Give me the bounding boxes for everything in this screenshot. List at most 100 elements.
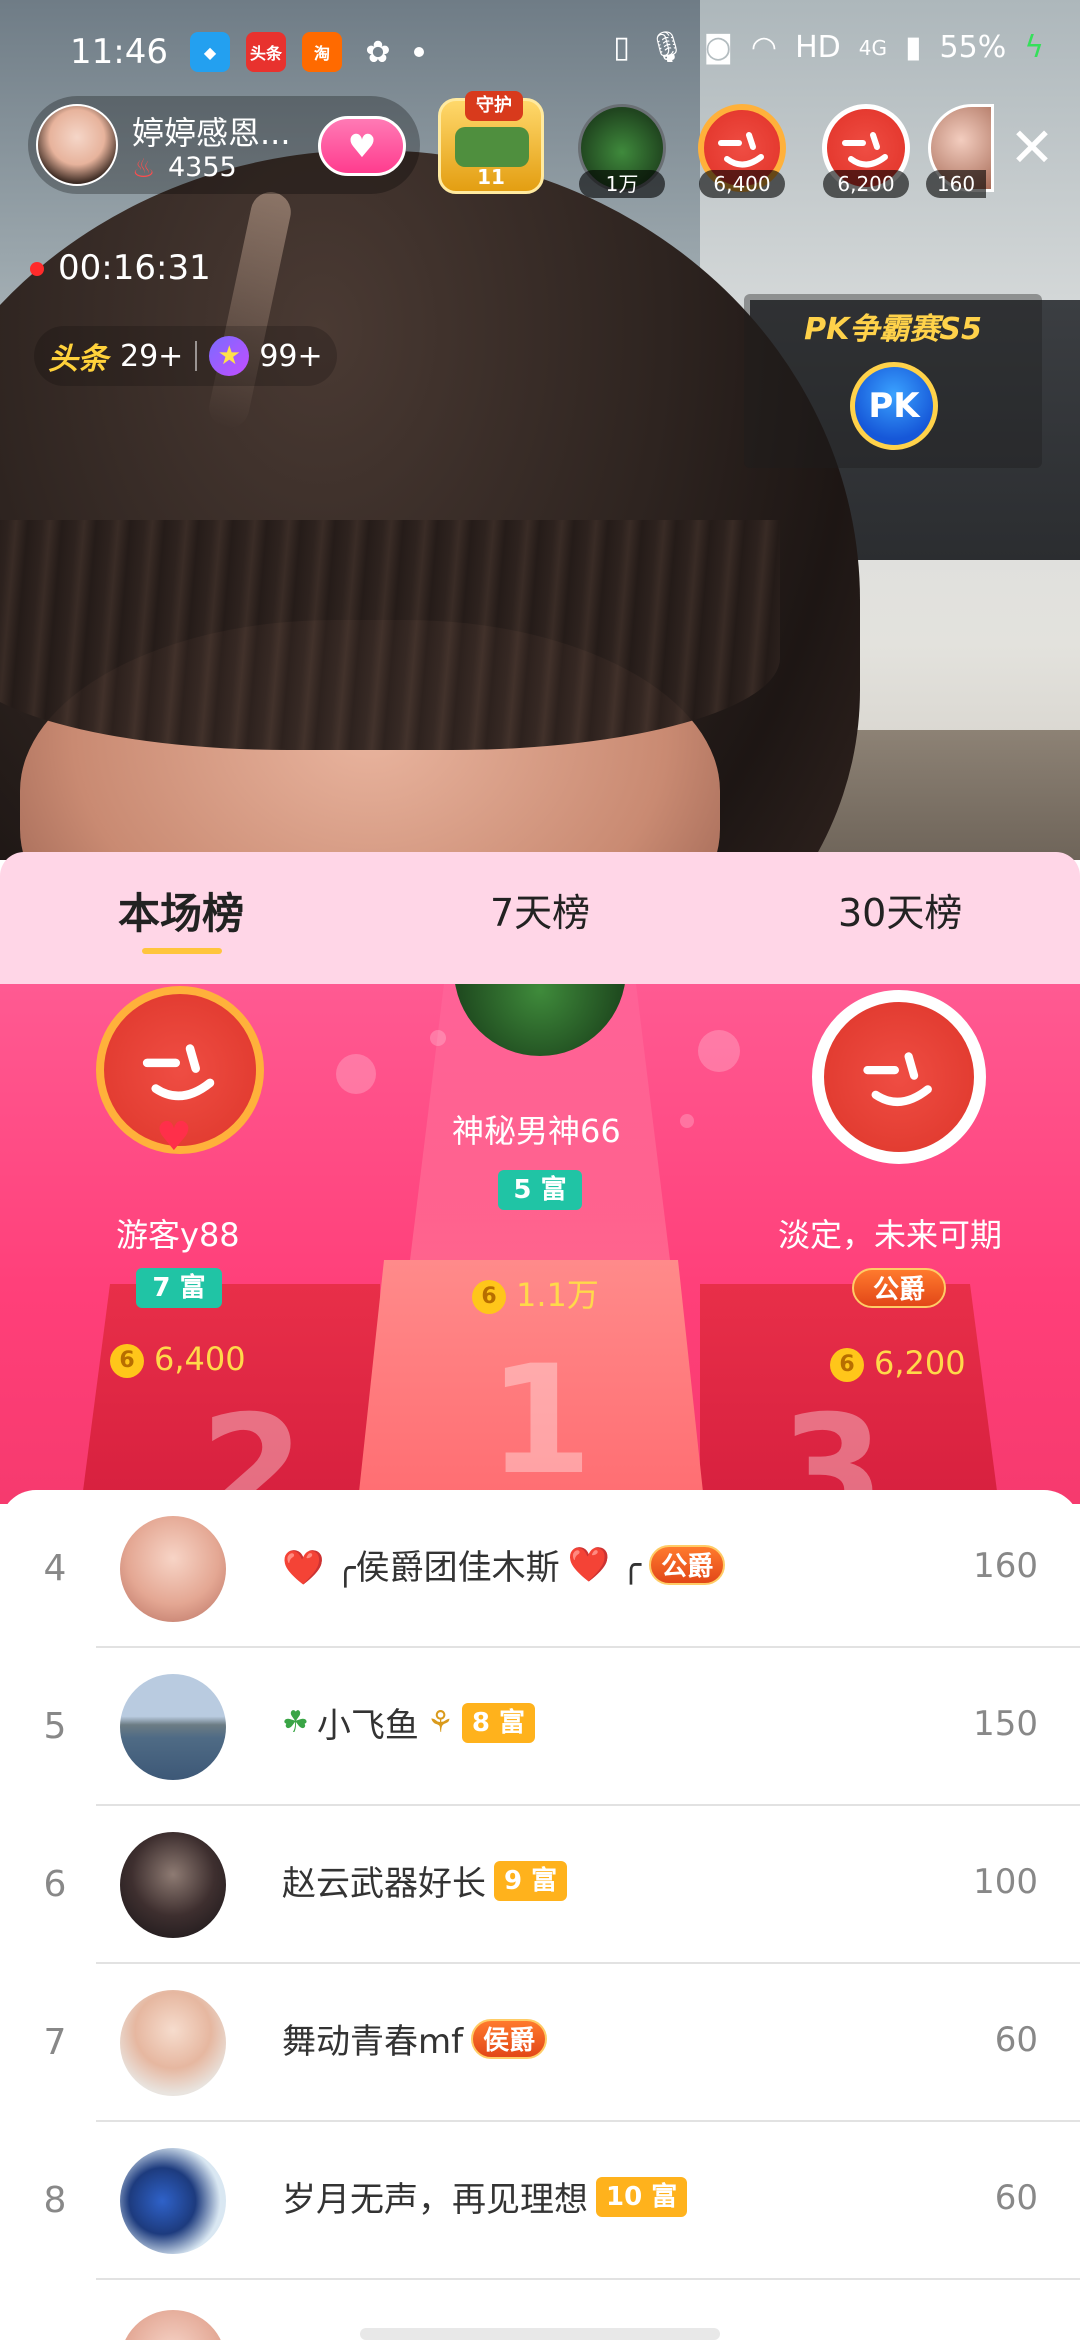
row-name: 舞动青春mf 侯爵 <box>282 2014 548 2063</box>
room-tags[interactable]: 头条 29+ ★ 99+ <box>34 326 337 386</box>
tag-divider <box>195 341 198 371</box>
guard-label: 守护 <box>465 91 523 121</box>
guard-badge[interactable]: 守护 11 <box>438 91 544 194</box>
podium-second-score-value: 6,400 <box>154 1340 246 1378</box>
top-viewer-score: 6,400 <box>699 170 785 198</box>
tab-30-days[interactable]: 30天榜 <box>838 882 962 937</box>
bubble-decoration <box>430 1030 446 1046</box>
bubble-decoration <box>680 1114 694 1128</box>
row-name: 赵云武器好长 9 富 <box>282 1856 568 1905</box>
streamer-bangs <box>0 520 780 750</box>
wifi-icon: ◠ <box>750 30 778 65</box>
microphone-icon: 🎙 <box>647 30 686 65</box>
row-score: 160 <box>973 1546 1038 1586</box>
guard-count: 11 <box>477 165 505 189</box>
toutiao-app-icon: 头条 <box>246 32 286 72</box>
podium-second-score: 6 6,400 <box>110 1340 246 1378</box>
top-viewer-score: 6,200 <box>823 170 909 198</box>
row-badge: 侯爵 <box>471 2018 548 2059</box>
podium-second-badge: 7 富 <box>136 1268 222 1308</box>
scroll-indicator[interactable] <box>360 2328 720 2340</box>
podium-first-score: 6 1.1万 <box>472 1270 599 1316</box>
host-heat: 4355 <box>168 152 237 183</box>
row-avatar[interactable] <box>120 1832 226 1938</box>
podium-third-avatar[interactable] <box>812 990 986 1164</box>
row-rank: 8 <box>43 2180 67 2221</box>
list-item[interactable]: 6 赵云武器好长 9 富 100 <box>0 1806 1080 1964</box>
list-item[interactable]: 4 ❤️ ╭侯爵团佳木斯 ❤️ ╭ 公爵 160 <box>0 1490 1080 1648</box>
list-item[interactable]: 5 ☘ 小飞鱼 ⚘ 8 富 150 <box>0 1648 1080 1806</box>
top-viewer-score: 1万 <box>579 170 665 198</box>
row-score: 60 <box>994 2178 1038 2218</box>
podium-number-one: 1 <box>488 1334 593 1504</box>
taobao-app-icon: 淘 <box>302 32 342 72</box>
row-avatar[interactable] <box>120 1674 226 1780</box>
coin-icon: 6 <box>110 1344 144 1378</box>
ranking-tabs: 本场榜 7天榜 30天榜 <box>0 852 1080 984</box>
list-item[interactable]: 8 岁月无声，再见理想 10 富 60 <box>0 2122 1080 2280</box>
leaf-icon: ☘ <box>282 1705 309 1740</box>
star-icon: ★ <box>209 336 250 376</box>
row-rank: 7 <box>43 2022 67 2063</box>
pk-event-title: PK争霸赛S5 <box>804 312 982 347</box>
row-rank: 4 <box>43 1548 67 1589</box>
tab-this-session[interactable]: 本场榜 <box>118 880 244 941</box>
coin-icon: 6 <box>830 1348 864 1382</box>
follow-button[interactable]: ♥ <box>318 116 406 176</box>
toutiao-tag-label: 头条 <box>48 342 108 377</box>
podium-third-score: 6 6,200 <box>830 1344 966 1382</box>
row-badge: 公爵 <box>649 1544 726 1585</box>
row-avatar[interactable] <box>120 2310 226 2340</box>
row-name-suffix: ❤️ ╭ <box>567 1544 642 1585</box>
row-name-text: 赵云武器好长 <box>282 1864 486 1904</box>
podium-first-name: 神秘男神66 <box>452 1112 621 1150</box>
podium-third-name: 淡定，未来可期 <box>778 1216 1003 1254</box>
row-name-text: 小飞鱼 <box>316 1706 419 1746</box>
wheat-icon: ⚘ <box>426 1705 454 1740</box>
coin-icon: 6 <box>472 1280 506 1314</box>
smile-icon <box>142 1044 215 1101</box>
list-item[interactable]: 7 舞动青春mf 侯爵 60 <box>0 1964 1080 2122</box>
row-rank: 5 <box>43 1706 67 1747</box>
toutiao-count: 29+ <box>120 338 184 374</box>
podium-number-two: 2 <box>200 1384 305 1504</box>
bubble-decoration <box>336 1054 376 1094</box>
network-type: HD <box>795 30 841 65</box>
active-tab-indicator <box>142 948 222 954</box>
signal-icon: ▮ <box>905 30 922 65</box>
podium-second-name: 游客y88 <box>116 1216 240 1254</box>
row-badge: 10 富 <box>596 2176 688 2217</box>
angel-heart-icon: ♥ <box>156 1114 192 1160</box>
row-avatar[interactable] <box>120 1990 226 2096</box>
vibrate-icon: ▯ <box>613 30 630 65</box>
row-badge: 9 富 <box>494 1860 568 1901</box>
row-avatar[interactable] <box>120 2148 226 2254</box>
battery-level: 55% <box>939 30 1007 65</box>
podium-first-badge: 5 富 <box>498 1170 582 1210</box>
status-notification-icons: ◆ 头条 淘 ✿ <box>190 32 424 72</box>
pk-button[interactable]: PK <box>850 362 938 450</box>
smile-icon <box>863 1052 932 1106</box>
podium-first-score-value: 1.1万 <box>516 1276 599 1314</box>
close-icon[interactable]: ✕ <box>1002 118 1062 178</box>
ranking-list[interactable]: 4 ❤️ ╭侯爵团佳木斯 ❤️ ╭ 公爵 160 5 ☘ 小飞鱼 ⚘ 8 富 1… <box>0 1490 1080 2340</box>
status-indicators: ▯ 🎙 ◙ ◠ HD 4G ▮ 55% ϟ <box>613 30 1044 65</box>
row-name: ❤️ ╭侯爵团佳木斯 ❤️ ╭ 公爵 <box>282 1540 726 1589</box>
status-time: 11:46 <box>70 32 168 72</box>
row-score: 60 <box>994 2020 1038 2060</box>
pk-event-card[interactable]: PK争霸赛S5 PK <box>744 294 1042 468</box>
qq-icon: ◆ <box>190 32 230 72</box>
more-notifications-dot <box>414 47 424 57</box>
row-score: 100 <box>973 1862 1038 1902</box>
row-name-text: 舞动青春mf <box>282 2022 464 2062</box>
row-name: 岁月无声，再见理想 10 富 <box>282 2172 688 2221</box>
heart-icon: ♥ <box>347 127 377 165</box>
row-name: ☘ 小飞鱼 ⚘ 8 富 <box>282 1698 535 1747</box>
guard-image <box>455 127 529 167</box>
row-name-text: ❤️ ╭侯爵团佳木斯 <box>282 1548 560 1588</box>
host-avatar[interactable] <box>36 104 118 186</box>
wechat-icon: ✿ <box>365 34 391 70</box>
row-avatar[interactable] <box>120 1516 226 1622</box>
podium-third-badge: 公爵 <box>852 1268 946 1308</box>
tab-7-days[interactable]: 7天榜 <box>490 882 590 937</box>
